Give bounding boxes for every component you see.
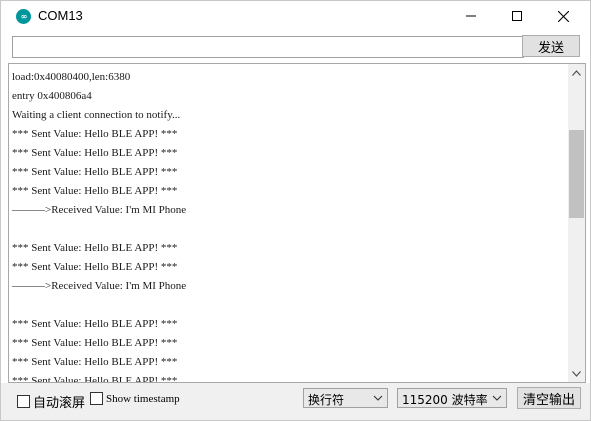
line-ending-value: 换行符 [308, 393, 345, 407]
serial-monitor-window: ∞ COM13 发送 load:0x40080400,len:6380 entry… [0, 0, 591, 421]
checkbox-box[interactable] [90, 392, 103, 405]
baud-rate-value: 115200 波特率 [402, 393, 488, 407]
send-input[interactable] [12, 36, 524, 58]
log-line: *** Sent Value: Hello BLE APP! *** [12, 128, 178, 140]
checkbox-box[interactable] [17, 395, 30, 408]
log-line: Waiting a client connection to notify... [12, 109, 181, 121]
chevron-down-icon [492, 395, 502, 401]
log-line: *** Sent Value: Hello BLE APP! *** [12, 337, 178, 349]
log-line: *** Sent Value: Hello BLE APP! *** [12, 356, 178, 368]
chevron-down-icon [373, 395, 383, 401]
chevron-up-icon [572, 69, 581, 76]
arduino-icon: ∞ [16, 9, 31, 24]
autoscroll-checkbox[interactable]: 自动滚屏 [17, 392, 85, 411]
scroll-thumb[interactable] [569, 130, 584, 218]
show-timestamp-checkbox[interactable]: Show timestamp [90, 392, 180, 405]
bottom-toolbar: 自动滚屏 Show timestamp 换行符 115200 波特率 清空输出 [1, 383, 590, 420]
serial-log: load:0x40080400,len:6380 entry 0x400806a4… [12, 68, 564, 383]
log-line: *** Sent Value: Hello BLE APP! *** [12, 147, 178, 159]
scroll-down-button[interactable] [568, 365, 585, 382]
log-line: entry 0x400806a4 [12, 90, 92, 102]
clear-output-button[interactable]: 清空输出 [517, 387, 581, 409]
window-title: COM13 [38, 8, 83, 23]
log-line: *** Sent Value: Hello BLE APP! *** [12, 166, 178, 178]
maximize-button[interactable] [494, 1, 540, 31]
close-icon [557, 10, 569, 22]
line-ending-select[interactable]: 换行符 [303, 388, 388, 408]
send-button[interactable]: 发送 [522, 35, 580, 57]
title-bar[interactable]: ∞ COM13 [1, 1, 590, 31]
log-line: *** Sent Value: Hello BLE APP! *** [12, 318, 178, 330]
chevron-down-icon [572, 370, 581, 377]
log-line: load:0x40080400,len:6380 [12, 71, 131, 83]
serial-output-area[interactable]: load:0x40080400,len:6380 entry 0x400806a4… [8, 63, 586, 383]
vertical-scrollbar[interactable] [568, 64, 585, 382]
log-line: *** Sent Value: Hello BLE APP! *** [12, 375, 178, 383]
log-line: *** Sent Value: Hello BLE APP! *** [12, 242, 178, 254]
log-line: ———>Received Value: I'm MI Phone [12, 280, 187, 292]
minimize-icon [466, 15, 476, 17]
baud-rate-select[interactable]: 115200 波特率 [397, 388, 507, 408]
scroll-up-button[interactable] [568, 64, 585, 81]
show-timestamp-label: Show timestamp [106, 392, 180, 405]
close-button[interactable] [540, 1, 586, 31]
log-line: ———>Received Value: I'm MI Phone [12, 204, 187, 216]
maximize-icon [512, 11, 522, 21]
log-line: *** Sent Value: Hello BLE APP! *** [12, 185, 178, 197]
autoscroll-label: 自动滚屏 [33, 396, 86, 411]
minimize-button[interactable] [448, 1, 494, 31]
log-line: *** Sent Value: Hello BLE APP! *** [12, 261, 178, 273]
